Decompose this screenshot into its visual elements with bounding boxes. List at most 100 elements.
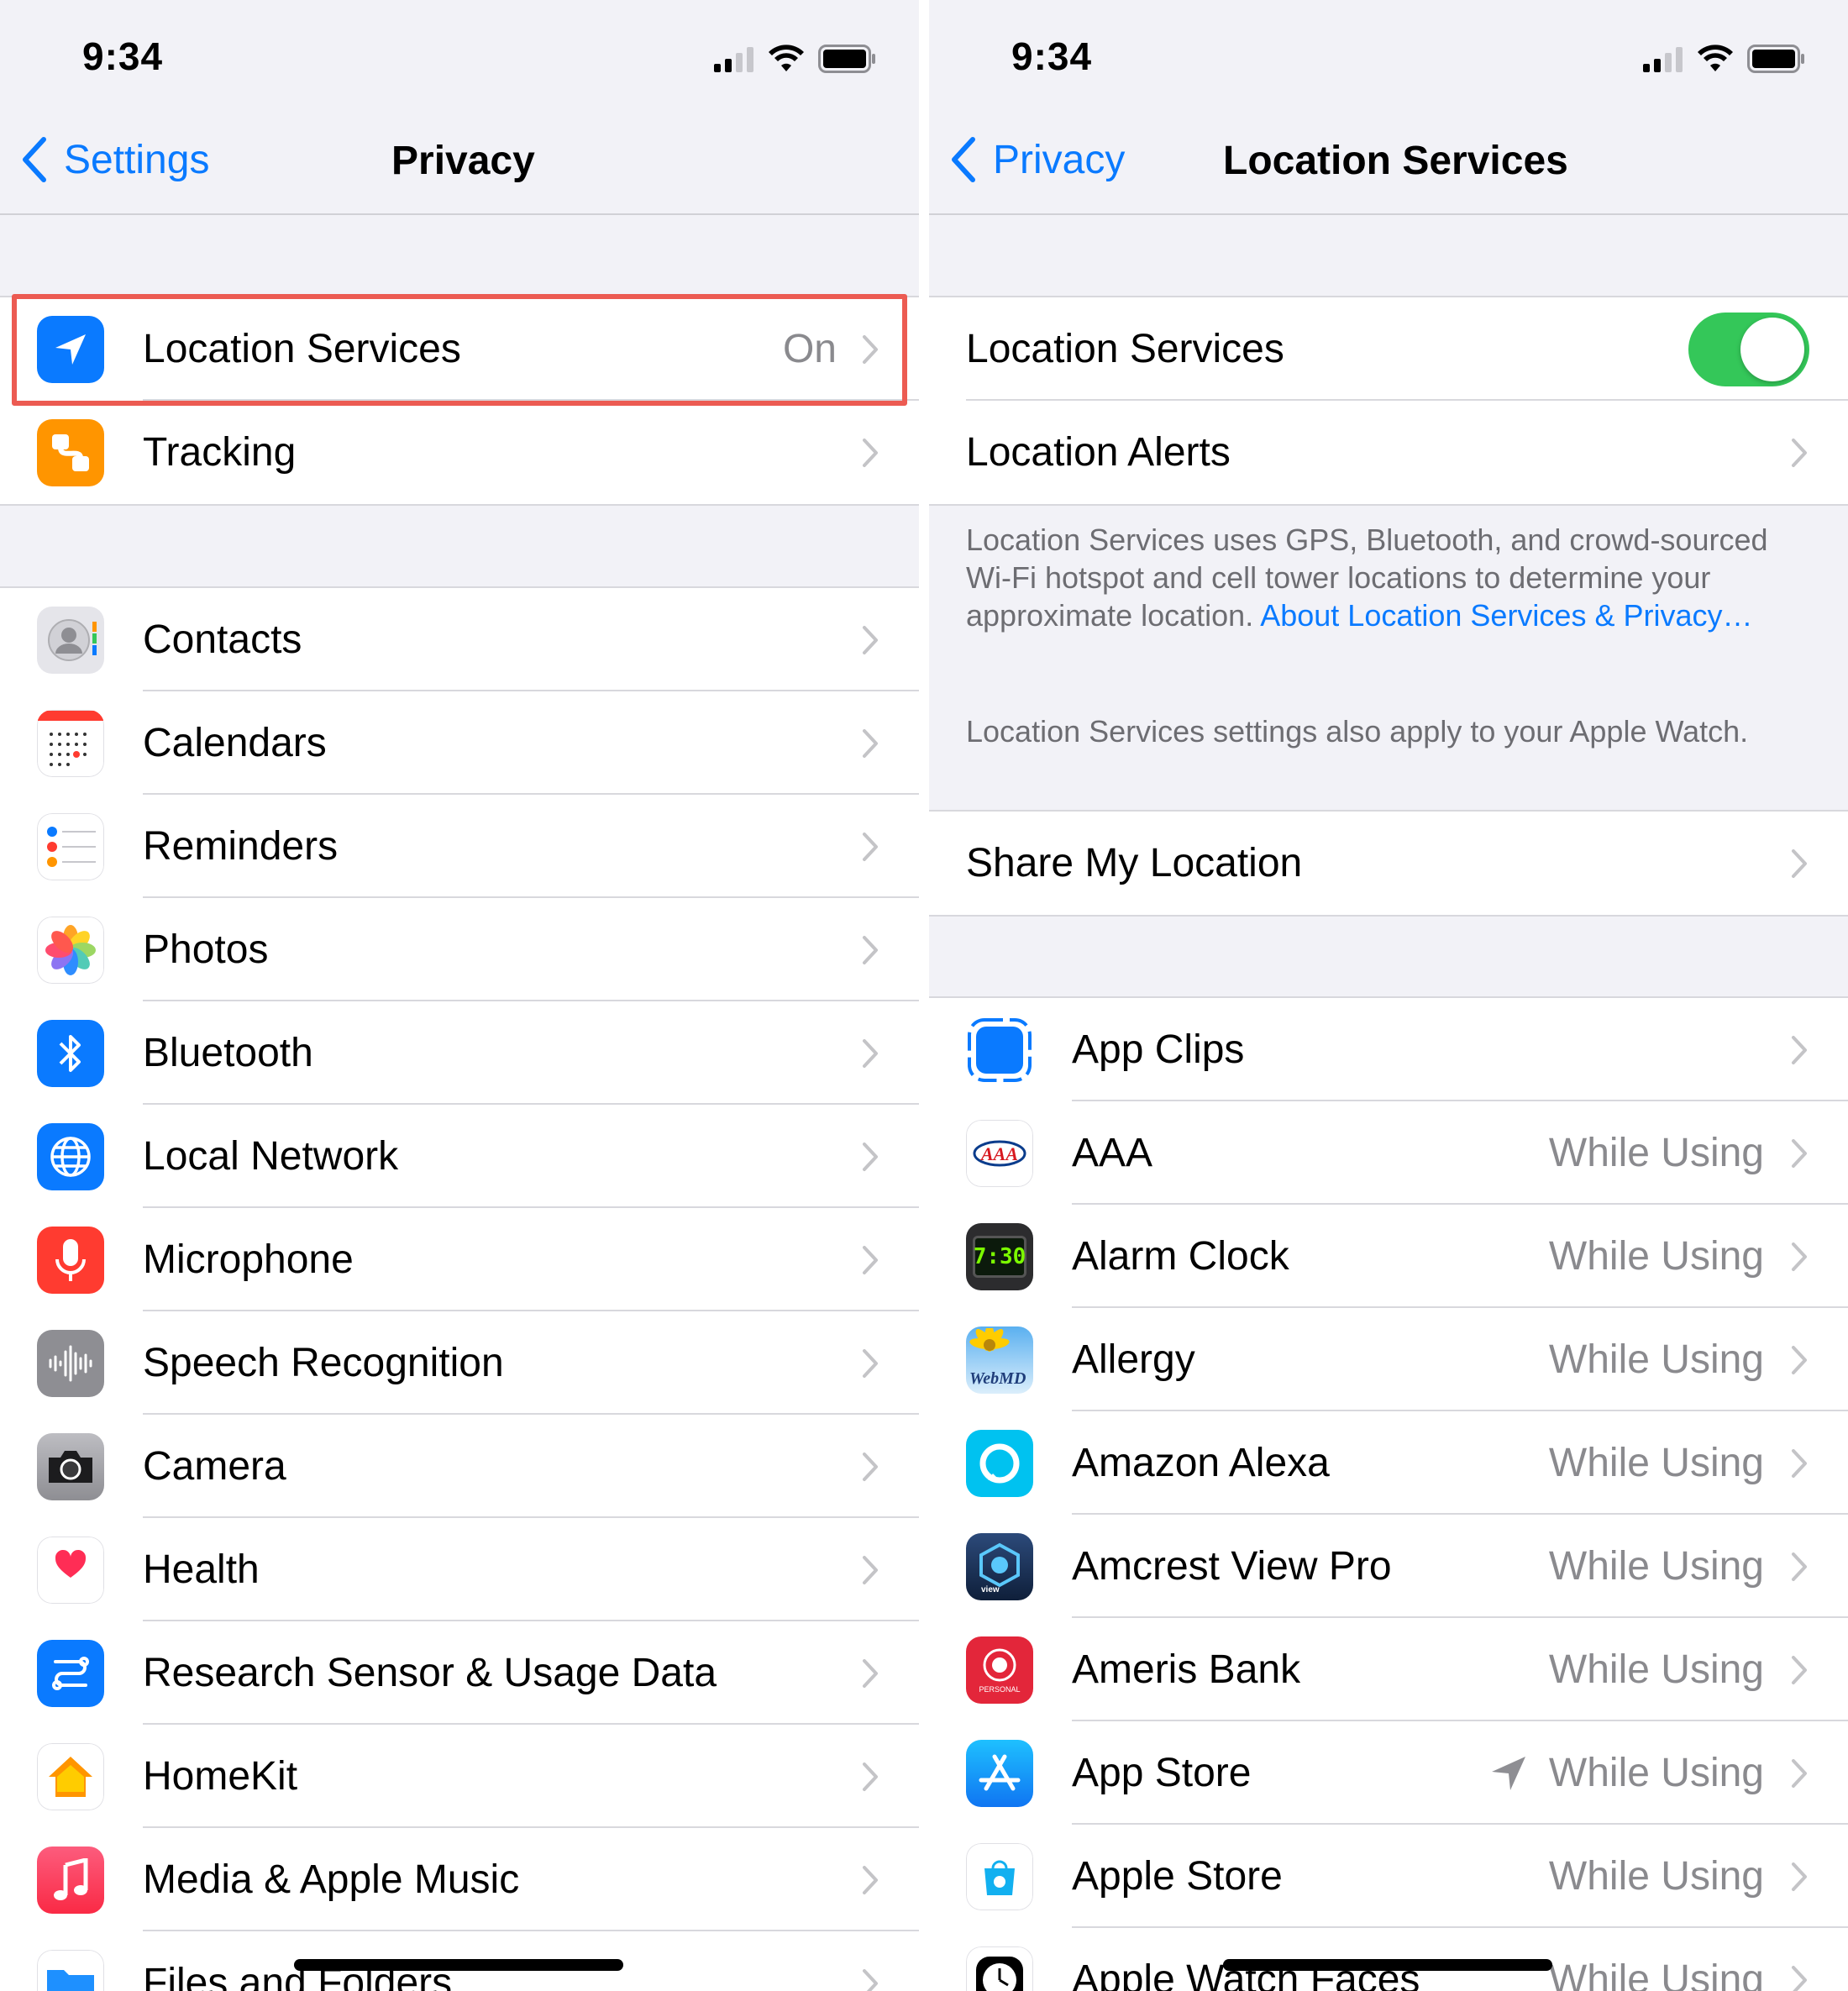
row-bluetooth[interactable]: Bluetooth (0, 1001, 919, 1105)
row-label: Health (143, 1547, 260, 1592)
microphone-icon (37, 1227, 104, 1294)
chevron-right-icon (863, 1039, 878, 1068)
row-media-and-apple-music[interactable]: Media & Apple Music (0, 1828, 919, 1931)
chevron-right-icon (863, 1762, 878, 1791)
row-ameris-bank[interactable]: PERSONAL Ameris Bank While Using (929, 1618, 1848, 1721)
chevron-left-icon (23, 137, 46, 182)
home-indicator (1223, 1959, 1552, 1971)
row-contacts[interactable]: Contacts (0, 588, 919, 691)
chevron-right-icon (863, 1453, 878, 1481)
row-value: While Using (1548, 1854, 1764, 1899)
camera-icon (37, 1433, 104, 1500)
chevron-right-icon (1792, 1862, 1807, 1891)
row-app-clips[interactable]: App Clips (929, 998, 1848, 1101)
status-icons (1643, 42, 1806, 76)
row-value: While Using (1548, 1441, 1764, 1485)
home-indicator (294, 1959, 623, 1971)
back-button-settings[interactable]: Settings (18, 134, 209, 185)
chevron-right-icon (863, 1349, 878, 1378)
app-store-icon (966, 1740, 1033, 1807)
chevron-right-icon (863, 1659, 878, 1688)
webmd-icon: WebMD (966, 1326, 1033, 1394)
row-label: Share My Location (966, 841, 1303, 885)
wifi-icon (1698, 45, 1733, 71)
row-location-services[interactable]: Location Services (929, 297, 1848, 401)
back-label: Settings (64, 137, 210, 182)
chevron-right-icon (1792, 1346, 1807, 1374)
row-research-sensor-and-usage-data[interactable]: Research Sensor & Usage Data (0, 1621, 919, 1725)
row-label: Location Services (966, 327, 1284, 371)
row-label: Ameris Bank (1072, 1647, 1301, 1692)
row-apple-store[interactable]: Apple Store While Using (929, 1825, 1848, 1928)
battery-icon (818, 45, 875, 73)
watch-faces-icon (966, 1946, 1033, 1991)
research-icon (37, 1640, 104, 1707)
row-location-alerts[interactable]: Location Alerts (929, 401, 1848, 504)
row-label: Tracking (143, 430, 297, 475)
chevron-right-icon (1792, 1449, 1807, 1478)
chevron-right-icon (1792, 1552, 1807, 1581)
toggle-knob (1740, 318, 1804, 381)
chevron-right-icon (1792, 1966, 1807, 1991)
contacts-icon (37, 607, 104, 674)
row-label: Alarm Clock (1072, 1234, 1289, 1279)
row-location-services[interactable]: Location Services On (0, 297, 919, 401)
row-label: Amcrest View Pro (1072, 1544, 1392, 1589)
location-arrow-icon (37, 316, 104, 383)
privacy-screen: 9:34 Settings Privacy Location Services O… (0, 0, 919, 1991)
row-health[interactable]: Health (0, 1518, 919, 1621)
row-microphone[interactable]: Microphone (0, 1208, 919, 1311)
navigation-bar: Settings Privacy (0, 109, 919, 215)
aaa-icon: AAA (966, 1120, 1033, 1187)
row-amcrest-view-pro[interactable]: view Amcrest View Pro While Using (929, 1515, 1848, 1618)
row-label: Research Sensor & Usage Data (143, 1651, 717, 1695)
page-title: Location Services (1223, 139, 1568, 183)
row-value: On (782, 327, 837, 371)
row-label: Camera (143, 1444, 286, 1489)
row-amazon-alexa[interactable]: Amazon Alexa While Using (929, 1411, 1848, 1515)
chevron-right-icon (1792, 1656, 1807, 1684)
about-location-privacy-link[interactable]: About Location Services & Privacy… (1260, 598, 1752, 633)
row-camera[interactable]: Camera (0, 1415, 919, 1518)
row-app-store[interactable]: App Store While Using (929, 1721, 1848, 1825)
row-value: While Using (1548, 1234, 1764, 1279)
row-label: Amazon Alexa (1072, 1441, 1330, 1485)
chevron-right-icon (863, 936, 878, 964)
row-label: Speech Recognition (143, 1341, 504, 1385)
row-calendars[interactable]: Calendars (0, 691, 919, 795)
row-local-network[interactable]: Local Network (0, 1105, 919, 1208)
reminders-icon (37, 813, 104, 880)
chevron-right-icon (863, 335, 878, 364)
back-button-privacy[interactable]: Privacy (948, 134, 1125, 185)
alarm-clock-icon: 7:30 (966, 1223, 1033, 1290)
apple-watch-note: Location Services settings also apply to… (966, 714, 1749, 749)
row-homekit[interactable]: HomeKit (0, 1725, 919, 1828)
apple-store-icon (966, 1843, 1033, 1910)
row-tracking[interactable]: Tracking (0, 401, 919, 504)
panel-divider (919, 0, 929, 1991)
row-value: While Using (1548, 1544, 1764, 1589)
row-label: Location Alerts (966, 430, 1231, 475)
home-icon (37, 1743, 104, 1810)
row-speech-recognition[interactable]: Speech Recognition (0, 1311, 919, 1415)
row-value: While Using (1548, 1647, 1764, 1692)
battery-icon (1747, 45, 1804, 73)
row-label: AAA (1072, 1131, 1153, 1175)
row-label: Media & Apple Music (143, 1857, 520, 1902)
row-aaa[interactable]: AAA AAA While Using (929, 1101, 1848, 1205)
row-allergy[interactable]: WebMD Allergy While Using (929, 1308, 1848, 1411)
row-reminders[interactable]: Reminders (0, 795, 919, 898)
row-alarm-clock[interactable]: 7:30 Alarm Clock While Using (929, 1205, 1848, 1308)
row-label: Photos (143, 927, 269, 972)
status-bar: 9:34 (0, 0, 919, 109)
row-label: App Clips (1072, 1027, 1245, 1072)
cellular-signal-icon (714, 47, 753, 72)
svg-text:view: view (981, 1585, 1000, 1594)
chevron-right-icon (863, 439, 878, 467)
row-photos[interactable]: Photos (0, 898, 919, 1001)
location-services-toggle[interactable] (1688, 313, 1809, 386)
chevron-right-icon (863, 1143, 878, 1171)
globe-icon (37, 1123, 104, 1190)
row-share-my-location[interactable]: Share My Location (929, 812, 1848, 915)
chevron-right-icon (1792, 1036, 1807, 1064)
